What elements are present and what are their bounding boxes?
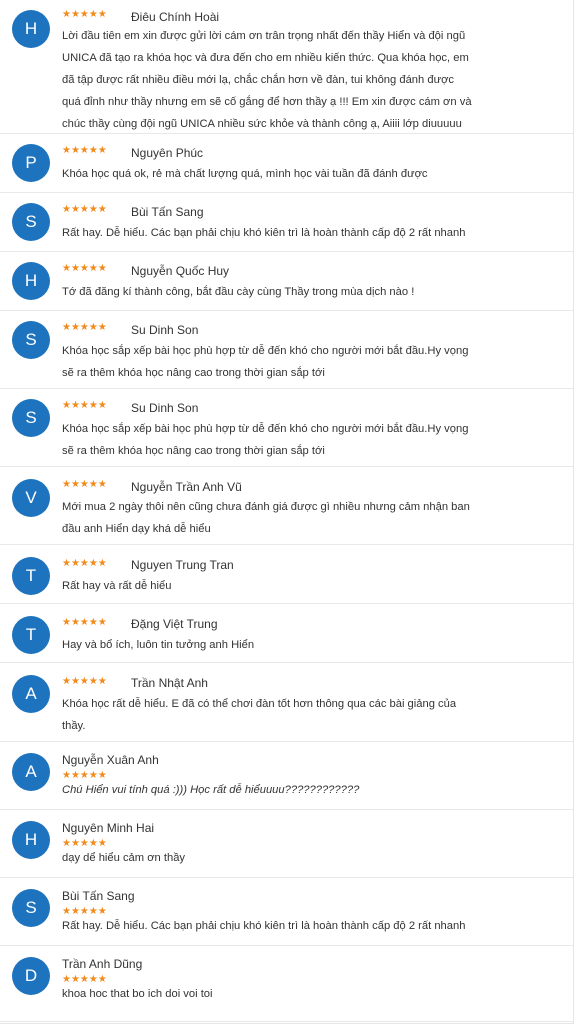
avatar: T	[12, 616, 50, 654]
avatar: H	[12, 821, 50, 859]
review-text: dạy dể hiểu cảm ơn thầy	[62, 852, 186, 864]
review-item: T ★★★★★ Nguyen Trung Tran Rất hay và rất…	[0, 545, 573, 604]
reviewer-name: Bùi Tấn Sang	[131, 205, 204, 219]
review-text: Rất hay. Dễ hiểu. Các bạn phải chịu khó …	[62, 227, 466, 239]
reviewer-name: Nguyên Phúc	[131, 146, 204, 160]
review-text: Khóa học quá ok, rẻ mà chất lượng quá, m…	[62, 168, 428, 180]
review-text: Mới mua 2 ngày thôi nên cũng chưa đánh g…	[62, 501, 470, 535]
reviews-panel: H ★★★★★ Điêu Chính Hoài Lời đầu tiên em …	[0, 0, 574, 1024]
review-item: S ★★★★★ Su Dinh Son Khóa học sắp xếp bài…	[0, 311, 573, 389]
review-text: khoa hoc that bo ich doi voi toi	[62, 988, 213, 1000]
review-text: Khóa học sắp xếp bài học phù hợp từ dễ đ…	[62, 345, 469, 379]
review-item: S ★★★★★ Bùi Tấn Sang Rất hay. Dễ hiểu. C…	[0, 193, 573, 252]
star-rating: ★★★★★	[62, 617, 107, 628]
star-rating: ★★★★★	[62, 263, 107, 274]
review-item: A ★★★★★ Trần Nhật Anh Khóa học rất dễ hi…	[0, 663, 573, 742]
review-item: P ★★★★★ Nguyên Phúc Khóa học quá ok, rẻ …	[0, 134, 573, 193]
avatar: T	[12, 557, 50, 595]
review-text: Lời đầu tiên em xin được gửi lời cám ơn …	[62, 30, 472, 130]
star-rating: ★★★★★	[62, 479, 107, 490]
star-rating: ★★★★★	[62, 9, 107, 20]
avatar: S	[12, 889, 50, 927]
review-item: D Trần Anh Dũng ★★★★★ khoa hoc that bo i…	[0, 946, 573, 1022]
review-text: Chú Hiển vui tính quá :))) Học rất dễ hi…	[62, 784, 360, 796]
review-item: A Nguyễn Xuân Anh ★★★★★ Chú Hiển vui tín…	[0, 742, 573, 810]
reviewer-name: Su Dinh Son	[131, 401, 199, 415]
reviewer-name: Nguyên Minh Hai	[62, 821, 155, 835]
review-item: H ★★★★★ Điêu Chính Hoài Lời đầu tiên em …	[0, 0, 573, 134]
avatar: P	[12, 144, 50, 182]
review-text: Khóa học rất dễ hiểu. E đã có thể chơi đ…	[62, 698, 457, 732]
avatar: H	[12, 262, 50, 300]
avatar: S	[12, 399, 50, 437]
avatar: S	[12, 321, 50, 359]
reviewer-name: Trần Anh Dũng	[62, 957, 143, 971]
review-item: V ★★★★★ Nguyễn Trần Anh Vũ Mới mua 2 ngà…	[0, 467, 573, 545]
avatar: A	[12, 675, 50, 713]
reviewer-name: Su Dinh Son	[131, 323, 199, 337]
reviewer-name: Nguyen Trung Tran	[131, 558, 234, 572]
star-rating: ★★★★★	[62, 145, 107, 156]
reviewer-name: Nguyễn Xuân Anh	[62, 753, 159, 767]
review-item: T ★★★★★ Đặng Việt Trung Hay và bổ ích, l…	[0, 604, 573, 663]
reviewer-name: Đặng Việt Trung	[131, 617, 218, 631]
review-item: H Nguyên Minh Hai ★★★★★ dạy dể hiểu cảm …	[0, 810, 573, 878]
review-text: Hay và bổ ích, luôn tin tưởng anh Hiển	[62, 639, 255, 651]
star-rating: ★★★★★	[62, 322, 107, 333]
star-rating: ★★★★★	[62, 676, 107, 687]
review-text: Khóa học sắp xếp bài học phù hợp từ dễ đ…	[62, 423, 469, 457]
reviewer-name: Trần Nhật Anh	[131, 676, 208, 690]
review-item: H ★★★★★ Nguyễn Quốc Huy Tớ đã đăng kí th…	[0, 252, 573, 311]
reviewer-name: Điêu Chính Hoài	[131, 10, 220, 24]
star-rating: ★★★★★	[62, 558, 107, 569]
review-item: S Bùi Tấn Sang ★★★★★ Rất hay. Dễ hiểu. C…	[0, 878, 573, 946]
review-text: Rất hay. Dễ hiểu. Các bạn phải chịu khó …	[62, 920, 466, 932]
avatar: V	[12, 479, 50, 517]
star-rating: ★★★★★	[62, 400, 107, 411]
avatar: S	[12, 203, 50, 241]
avatar: D	[12, 957, 50, 995]
reviewer-name: Bùi Tấn Sang	[62, 889, 135, 903]
reviewer-name: Nguyễn Quốc Huy	[131, 264, 230, 278]
review-item: S ★★★★★ Su Dinh Son Khóa học sắp xếp bài…	[0, 389, 573, 467]
avatar: A	[12, 753, 50, 791]
avatar: H	[12, 10, 50, 48]
star-rating: ★★★★★	[62, 204, 107, 215]
review-text: Tớ đã đăng kí thành công, bắt đầu cày cù…	[62, 286, 415, 298]
review-text: Rất hay và rất dễ hiểu	[62, 580, 172, 592]
reviewer-name: Nguyễn Trần Anh Vũ	[131, 480, 242, 494]
